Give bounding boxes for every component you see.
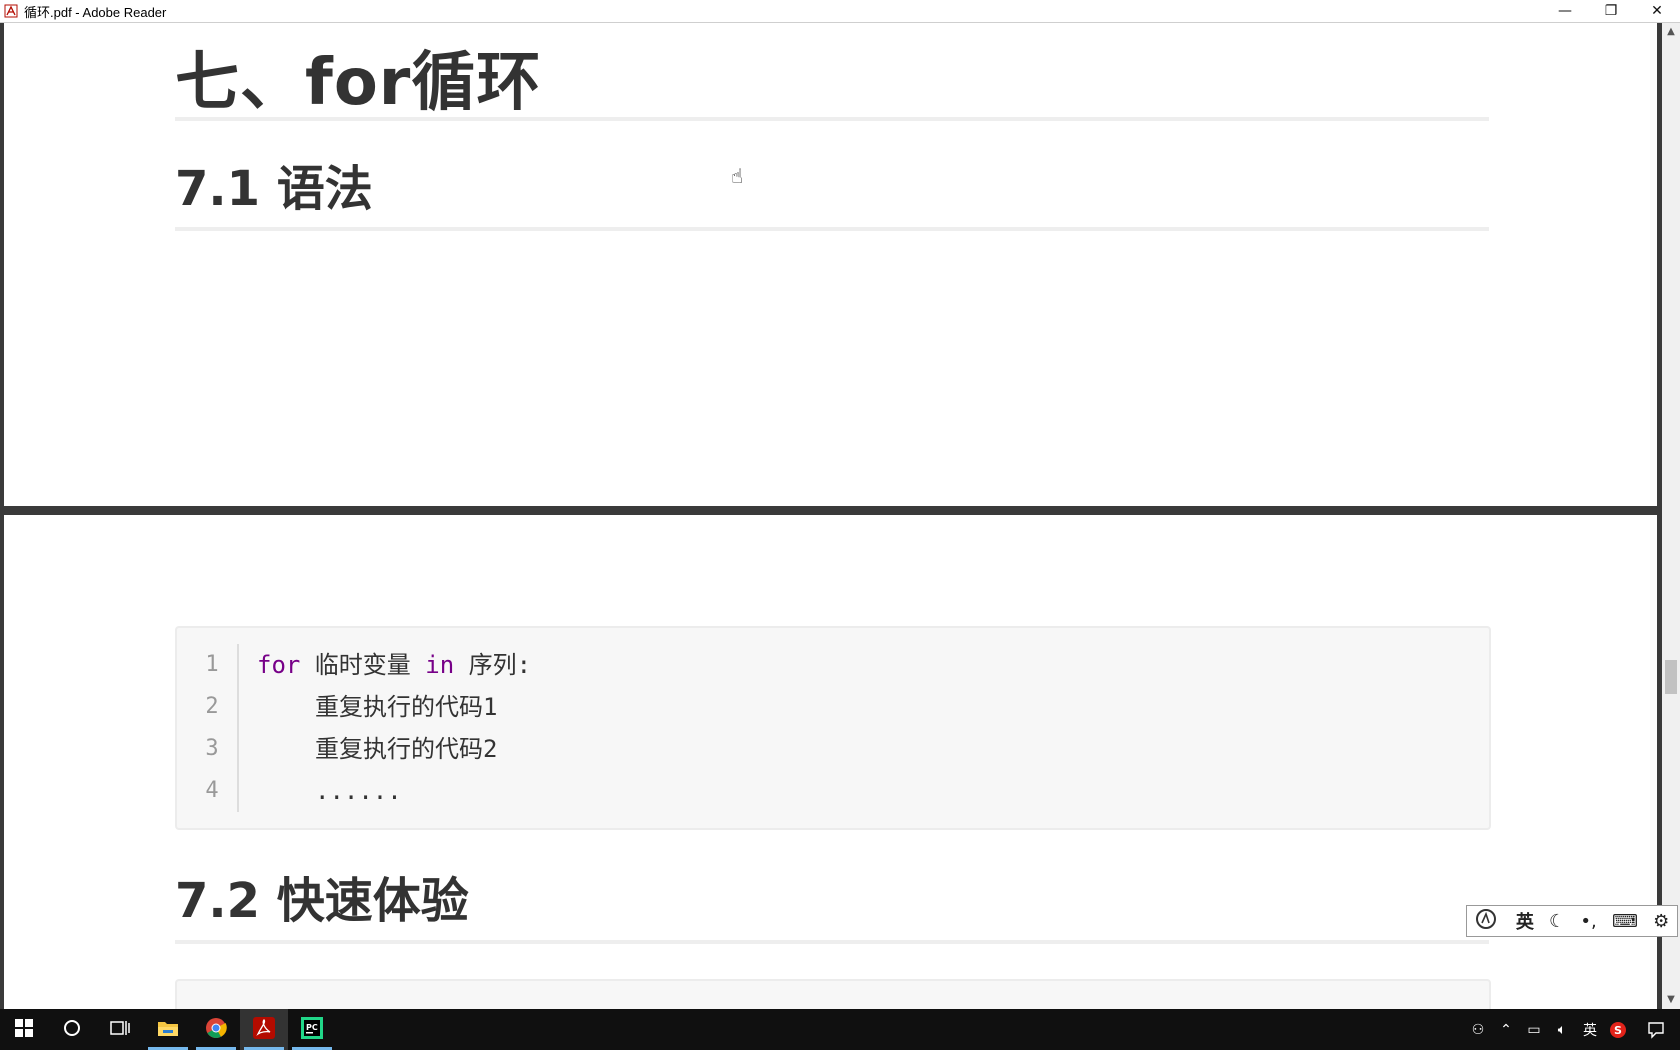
taskbar-pycharm[interactable]: PC (288, 1009, 336, 1050)
search-button[interactable] (48, 1009, 96, 1050)
restore-button[interactable]: ❐ (1588, 0, 1634, 22)
heading-syntax: 7.1 语法 (175, 161, 373, 217)
heading-rule (175, 117, 1489, 121)
heading-rule (175, 940, 1489, 944)
window-controls: — ❐ ✕ (1542, 0, 1680, 22)
keyword: for (257, 651, 301, 679)
ime-toolbar: 英 ☾ •, ⌨ ⚙ (1466, 905, 1678, 937)
keyword: in (425, 651, 455, 679)
moon-icon[interactable]: ☾ (1549, 911, 1565, 932)
chrome-icon (205, 1017, 227, 1043)
code-lines: for 临时变量 in 序列: 重复执行的代码1 重复执行的代码2 ...... (257, 644, 531, 812)
vertical-scrollbar[interactable]: ▲ ▼ (1662, 23, 1680, 1009)
window-titlebar: 循环.pdf - Adobe Reader — ❐ ✕ (0, 0, 1680, 23)
file-explorer-icon (157, 1019, 179, 1041)
chevron-up-icon[interactable]: ⌃ (1492, 1009, 1520, 1050)
start-button[interactable] (0, 1009, 48, 1050)
people-icon[interactable]: ⚇ (1464, 1009, 1492, 1050)
taskbar-file-explorer[interactable] (144, 1009, 192, 1050)
page-edge-left (0, 23, 4, 1009)
system-tray: ⚇ ⌃ ▭ 🔈︎ 英 S (1464, 1009, 1680, 1050)
start-icon (15, 1018, 33, 1041)
volume-icon[interactable]: 🔈︎ (1548, 1009, 1576, 1050)
code-line: 重复执行的代码1 (315, 693, 498, 721)
line-number: 2 (205, 694, 219, 719)
language-indicator[interactable]: 英 (1576, 1009, 1604, 1050)
line-number: 3 (205, 736, 219, 761)
window-title: 循环.pdf - Adobe Reader (24, 4, 167, 20)
pycharm-icon: PC (301, 1016, 323, 1043)
task-view-icon (110, 1019, 130, 1041)
sogou-logo-icon[interactable] (1475, 908, 1501, 935)
network-icon[interactable]: ▭ (1520, 1009, 1548, 1050)
taskbar: PC ⚇ ⌃ ▭ 🔈︎ 英 S (0, 1009, 1680, 1050)
punctuation-icon[interactable]: •, (1580, 911, 1596, 932)
minimize-button[interactable]: — (1542, 0, 1588, 22)
search-icon (63, 1019, 81, 1041)
code-block-syntax: 1 2 3 4 for 临时变量 in 序列: 重复执行的代码1 重复执行的代码… (175, 626, 1491, 830)
ime-mode-toggle[interactable]: 英 (1516, 908, 1534, 934)
svg-text:PC: PC (306, 1023, 318, 1032)
close-button[interactable]: ✕ (1634, 0, 1680, 22)
line-number: 1 (205, 652, 219, 677)
svg-text:S: S (1614, 1024, 1622, 1037)
scroll-down-icon[interactable]: ▼ (1662, 991, 1680, 1009)
code-line: for 临时变量 in 序列: (257, 644, 531, 686)
code-text: 临时变量 (300, 651, 426, 679)
gear-icon[interactable]: ⚙ (1653, 911, 1669, 932)
restore-icon: ❐ (1604, 3, 1618, 19)
scrollbar-thumb[interactable] (1665, 660, 1677, 694)
page-separator (0, 506, 1662, 515)
line-number: 4 (205, 778, 219, 803)
line-number-gutter: 1 2 3 4 (177, 644, 239, 812)
adobe-reader-icon (4, 4, 18, 18)
taskbar-chrome[interactable] (192, 1009, 240, 1050)
heading-rule (175, 227, 1489, 231)
code-block-example (175, 979, 1491, 1009)
adobe-reader-icon (253, 1016, 275, 1043)
close-icon: ✕ (1651, 3, 1663, 19)
minimize-icon: — (1558, 3, 1572, 19)
code-line: 重复执行的代码2 (315, 735, 498, 763)
hand-cursor-icon: ☝ (731, 164, 744, 188)
scroll-up-icon[interactable]: ▲ (1662, 23, 1680, 41)
sogou-tray-icon[interactable]: S (1604, 1009, 1632, 1050)
heading-quick-experience: 7.2 快速体验 (175, 873, 469, 929)
code-text: 序列: (454, 651, 532, 679)
code-line: ...... (315, 777, 402, 805)
keyboard-icon[interactable]: ⌨ (1612, 911, 1638, 932)
notification-icon[interactable] (1632, 1009, 1680, 1050)
heading-for-loop: 七、for循环 (175, 46, 542, 120)
task-view-button[interactable] (96, 1009, 144, 1050)
document-viewport[interactable]: 七、for循环 7.1 语法 ☝ 1 2 3 4 for 临时变量 in 序列:… (0, 23, 1662, 1009)
taskbar-adobe-reader[interactable] (240, 1009, 288, 1050)
